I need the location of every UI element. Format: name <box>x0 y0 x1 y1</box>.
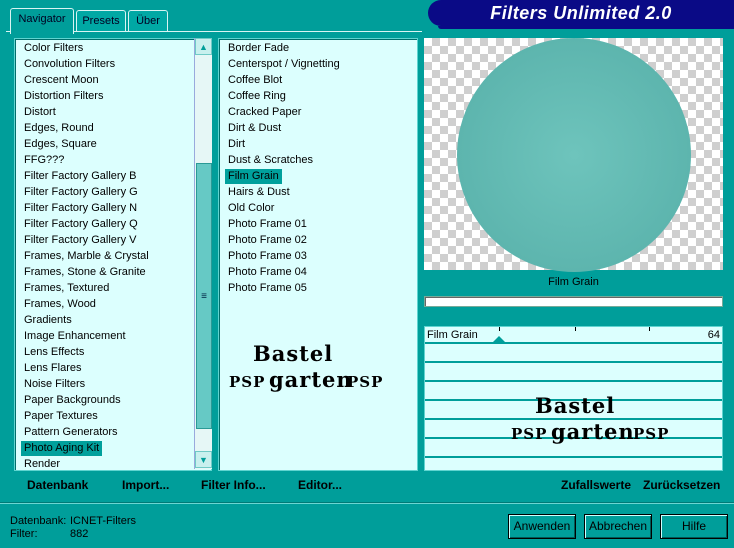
watermark-side-left: PSP <box>229 373 265 391</box>
slider-label: Film Grain <box>427 329 478 341</box>
watermark-line1: Bastel <box>253 341 333 366</box>
category-list-item[interactable]: Edges, Square <box>21 137 100 152</box>
watermark-logo-filter-panel: Bastel garten PSP PSP <box>229 339 389 395</box>
category-list-item[interactable]: Pattern Generators <box>21 425 121 440</box>
slider-tick <box>499 327 500 331</box>
filter-list-item[interactable]: Coffee Ring <box>225 89 289 104</box>
parameter-panel: Film Grain 64 Bastel garten PSP PSP <box>424 326 723 471</box>
filter-list-item[interactable]: Photo Frame 02 <box>225 233 310 248</box>
filter-list-item[interactable]: Film Grain <box>225 169 282 184</box>
filter-list-item[interactable]: Dirt & Dust <box>225 121 284 136</box>
filter-list-item[interactable]: Hairs & Dust <box>225 185 293 200</box>
app-title: Filters Unlimited 2.0 <box>428 0 734 29</box>
category-list-item[interactable]: Frames, Wood <box>21 297 99 312</box>
category-list-item[interactable]: Edges, Round <box>21 121 97 136</box>
category-list-item[interactable]: Frames, Textured <box>21 281 112 296</box>
watermark-side-right: PSP <box>633 425 669 443</box>
category-scrollbar[interactable]: ▲ ≡ ▼ <box>194 38 212 469</box>
watermark-logo-params: Bastel garten PSP PSP <box>511 391 681 454</box>
category-list-item[interactable]: Color Filters <box>21 41 86 56</box>
watermark-side-left: PSP <box>511 425 547 443</box>
status-database-value: ICNET-Filters <box>70 515 136 527</box>
filter-list-item[interactable]: Photo Frame 04 <box>225 265 310 280</box>
watermark-art: Bastel garten PSP PSP <box>229 341 383 392</box>
status-database-label: Datenbank: <box>10 515 67 527</box>
tab-uber[interactable]: Über <box>128 10 168 32</box>
scroll-up-button[interactable]: ▲ <box>195 38 212 55</box>
filter-list-item[interactable]: Dirt <box>225 137 248 152</box>
cancel-button[interactable]: Abbrechen <box>584 514 652 539</box>
filter-list-item[interactable]: Cracked Paper <box>225 105 304 120</box>
category-list-item[interactable]: Filter Factory Gallery V <box>21 233 139 248</box>
filter-info-link[interactable]: Filter Info... <box>201 478 266 492</box>
import-link[interactable]: Import... <box>122 478 169 492</box>
editor-link[interactable]: Editor... <box>298 478 342 492</box>
filter-list-item[interactable]: Coffee Blot <box>225 73 285 88</box>
slider-empty <box>425 346 722 363</box>
category-list-item[interactable]: Gradients <box>21 313 75 328</box>
random-values-link[interactable]: Zufallswerte <box>561 478 631 492</box>
category-list-item[interactable]: Render <box>21 457 63 472</box>
watermark-side-right: PSP <box>347 373 383 391</box>
slider-tick <box>649 327 650 331</box>
category-list-item[interactable]: Filter Factory Gallery N <box>21 201 140 216</box>
watermark-line2: garten <box>551 419 635 444</box>
tab-navigator[interactable]: Navigator <box>10 8 74 34</box>
preview-image <box>457 38 691 272</box>
slider-film-grain[interactable]: Film Grain 64 <box>425 327 722 344</box>
watermark-line1: Bastel <box>535 393 615 418</box>
category-list-item[interactable]: FFG??? <box>21 153 67 168</box>
category-list-item[interactable]: Frames, Marble & Crystal <box>21 249 152 264</box>
category-list-item[interactable]: Convolution Filters <box>21 57 118 72</box>
help-button[interactable]: Hilfe <box>660 514 728 539</box>
chevron-down-icon: ▼ <box>199 454 208 465</box>
category-list-item[interactable]: Filter Factory Gallery B <box>21 169 139 184</box>
preview-canvas[interactable] <box>424 38 723 272</box>
status-filter-value: 882 <box>70 528 89 540</box>
slider-thumb[interactable] <box>491 336 507 344</box>
slider-tick <box>575 327 576 331</box>
category-list-item[interactable]: Image Enhancement <box>21 329 129 344</box>
category-list-item[interactable]: Filter Factory Gallery Q <box>21 217 141 232</box>
filter-list[interactable]: Border Fade Centerspot / Vignetting Coffee… <box>218 38 418 471</box>
filter-list-item[interactable]: Dust & Scratches <box>225 153 316 168</box>
category-list-item[interactable]: Crescent Moon <box>21 73 102 88</box>
scroll-down-button[interactable]: ▼ <box>195 451 212 468</box>
category-list-item[interactable]: Photo Aging Kit <box>21 441 103 456</box>
category-list-item[interactable]: Frames, Stone & Granite <box>21 265 149 280</box>
filter-list-item[interactable]: Border Fade <box>225 41 292 56</box>
category-list-item[interactable]: Lens Flares <box>21 361 84 376</box>
category-list-item[interactable]: Lens Effects <box>21 345 87 360</box>
category-list-item[interactable]: Paper Backgrounds <box>21 393 124 408</box>
divider-highlight <box>0 503 734 504</box>
status-filter-label: Filter: <box>10 528 38 540</box>
slider-empty <box>425 365 722 382</box>
database-link[interactable]: Datenbank <box>27 478 88 492</box>
category-list-item[interactable]: Paper Textures <box>21 409 101 424</box>
category-list-item[interactable]: Distort <box>21 105 59 120</box>
category-list-item[interactable]: Noise Filters <box>21 377 88 392</box>
filter-list-item[interactable]: Photo Frame 05 <box>225 281 310 296</box>
progress-bar <box>424 296 723 307</box>
apply-button[interactable]: Anwenden <box>508 514 576 539</box>
filter-list-item[interactable]: Centerspot / Vignetting <box>225 57 343 72</box>
chevron-up-icon: ▲ <box>199 41 208 52</box>
category-list[interactable]: Color Filters Convolution Filters Crescent… <box>14 38 212 471</box>
category-list-item[interactable]: Distortion Filters <box>21 89 106 104</box>
watermark-line2: garten <box>269 367 353 392</box>
watermark-art-params: Bastel garten PSP PSP <box>511 393 669 444</box>
filter-list-item[interactable]: Photo Frame 03 <box>225 249 310 264</box>
scroll-thumb[interactable]: ≡ <box>196 163 212 429</box>
slider-value: 64 <box>707 329 720 341</box>
filter-list-item[interactable]: Old Color <box>225 201 277 216</box>
grip-icon: ≡ <box>201 290 207 302</box>
preview-label: Film Grain <box>548 276 599 288</box>
category-list-item[interactable]: Filter Factory Gallery G <box>21 185 141 200</box>
reset-link[interactable]: Zurücksetzen <box>643 478 720 492</box>
tab-presets[interactable]: Presets <box>76 10 126 32</box>
filter-list-item[interactable]: Photo Frame 01 <box>225 217 310 232</box>
